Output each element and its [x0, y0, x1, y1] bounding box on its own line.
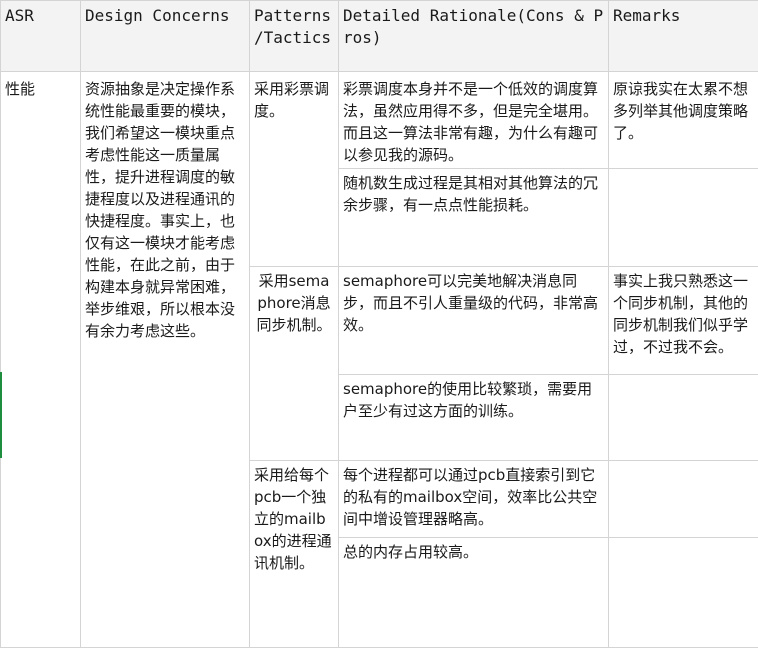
cell-rationale-semaphore-pro[interactable]: semaphore可以完美地解决消息同步，而且不引人重量级的代码，非常高效。 [339, 267, 609, 375]
cell-rationale-mailbox-pro[interactable]: 每个进程都可以通过pcb直接索引到它的私有的mailbox空间，效率比公共空间中… [339, 461, 609, 538]
header-asr[interactable]: ASR [1, 1, 81, 72]
cell-tactic-semaphore[interactable]: 采用semaphore消息同步机制。 [250, 267, 339, 461]
cell-remark-lottery-2[interactable] [609, 169, 758, 267]
cell-rationale-semaphore-con[interactable]: semaphore的使用比较繁琐，需要用户至少有过这方面的训练。 [339, 375, 609, 461]
table-row: 性能 资源抽象是决定操作系统性能最重要的模块，我们希望这一模块重点考虑性能这一质… [1, 72, 758, 169]
header-design-concerns[interactable]: Design Concerns [81, 1, 250, 72]
spreadsheet: ASR Design Concerns Patterns /Tactics De… [0, 0, 758, 644]
cell-rationale-mailbox-con[interactable]: 总的内存占用较高。 [339, 538, 609, 648]
cell-design-concerns[interactable]: 资源抽象是决定操作系统性能最重要的模块，我们希望这一模块重点考虑性能这一质量属性… [81, 72, 250, 648]
cell-asr[interactable]: 性能 [1, 72, 81, 648]
header-remarks[interactable]: Remarks [609, 1, 758, 72]
cell-remark-lottery[interactable]: 原谅我实在太累不想多列举其他调度策略了。 [609, 72, 758, 169]
cell-remark-semaphore-2[interactable] [609, 375, 758, 461]
sheet-left-edge [0, 0, 1, 644]
cell-tactic-mailbox[interactable]: 采用给每个pcb一个独立的mailbox的进程通讯机制。 [250, 461, 339, 648]
cell-remark-mailbox[interactable] [609, 461, 758, 538]
cell-tactic-lottery[interactable]: 采用彩票调度。 [250, 72, 339, 267]
header-detailed-rationale[interactable]: Detailed Rationale(Cons & Pros) [339, 1, 609, 72]
cell-rationale-lottery-con[interactable]: 随机数生成过程是其相对其他算法的冗余步骤，有一点点性能损耗。 [339, 169, 609, 267]
cell-rationale-lottery-pro[interactable]: 彩票调度本身并不是一个低效的调度算法，虽然应用得不多，但是完全堪用。而且这一算法… [339, 72, 609, 169]
header-patterns-tactics[interactable]: Patterns /Tactics [250, 1, 339, 72]
row-selection-marker [0, 372, 2, 458]
header-row: ASR Design Concerns Patterns /Tactics De… [1, 1, 758, 72]
cell-remark-semaphore[interactable]: 事实上我只熟悉这一个同步机制，其他的同步机制我们似乎学过，不过我不会。 [609, 267, 758, 375]
design-table: ASR Design Concerns Patterns /Tactics De… [0, 0, 758, 648]
cell-remark-mailbox-2[interactable] [609, 538, 758, 648]
